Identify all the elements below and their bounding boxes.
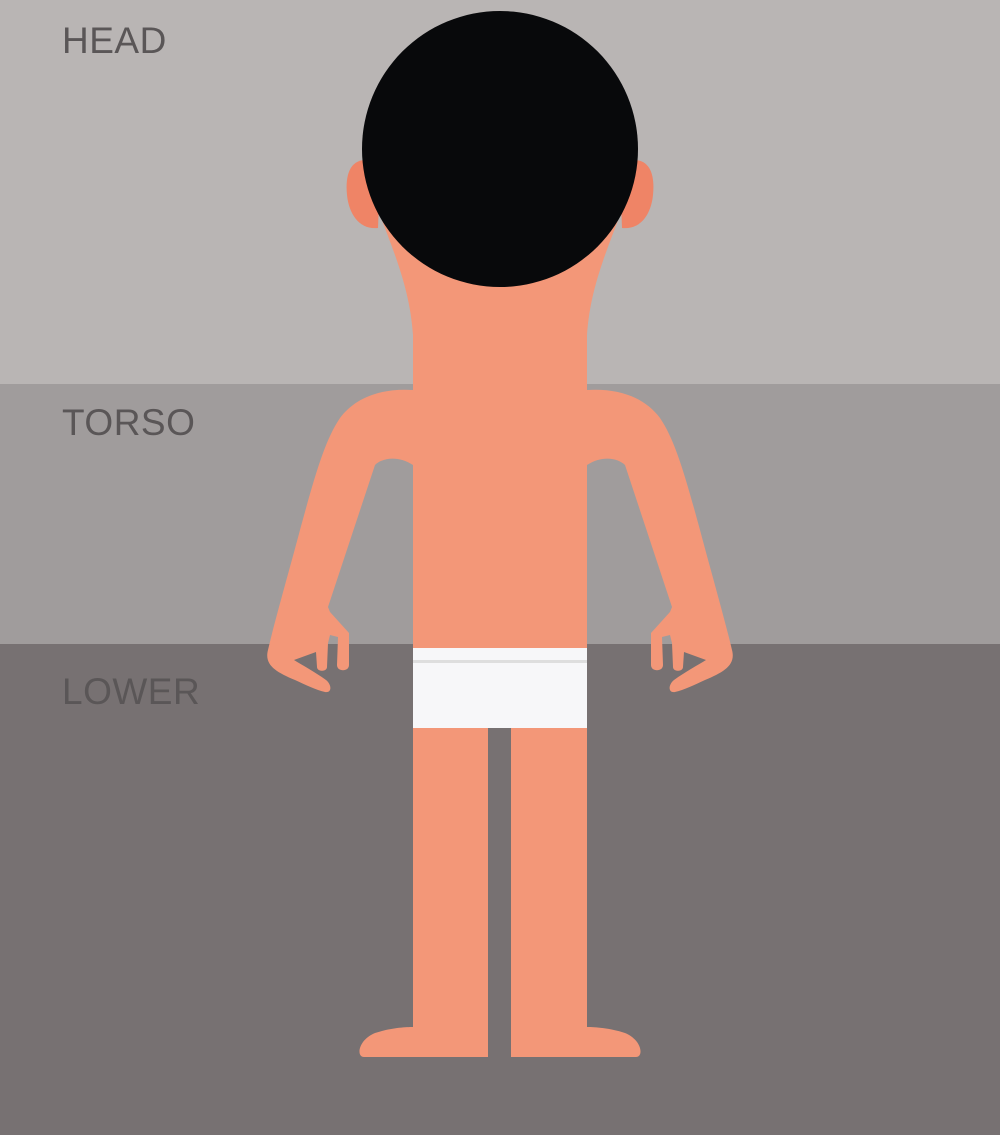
right-arm (587, 389, 733, 693)
human-figure-back-view (267, 11, 733, 1057)
underwear-waistband-line (413, 660, 587, 663)
left-leg (359, 700, 488, 1057)
left-arm (267, 389, 413, 693)
right-leg (511, 700, 641, 1057)
head-hair (362, 11, 638, 287)
torso (413, 380, 587, 655)
